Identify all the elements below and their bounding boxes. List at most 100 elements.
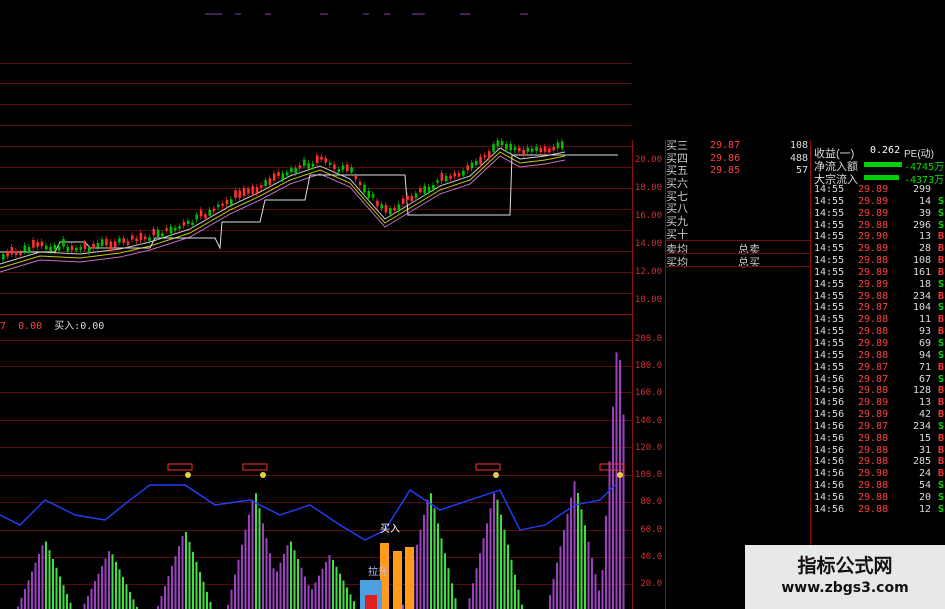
order-row[interactable]: 买三 29.87 108 bbox=[666, 140, 810, 153]
tick-row[interactable]: 14:55 29.89 18 S bbox=[812, 279, 945, 291]
tick-side: B bbox=[937, 255, 944, 267]
tick-row[interactable]: 14:55 29.88 94 S bbox=[812, 350, 945, 362]
tick-time: 14:55 bbox=[814, 231, 845, 243]
candle-body bbox=[315, 155, 319, 163]
tick-time: 14:56 bbox=[814, 373, 845, 385]
tick-row[interactable]: 14:56 29.88 285 B bbox=[812, 456, 945, 468]
candle-body bbox=[522, 149, 525, 155]
tick-side: S bbox=[937, 337, 944, 349]
tick-volume: 18 bbox=[918, 278, 931, 290]
order-row[interactable]: 买四 29.86 488 bbox=[666, 153, 810, 166]
tick-side: B bbox=[937, 385, 944, 397]
candle-body bbox=[135, 238, 138, 242]
tick-row[interactable]: 14:56 29.88 20 S bbox=[812, 492, 945, 504]
buy-avg-label: 买均 bbox=[666, 257, 688, 269]
candle-body bbox=[57, 246, 61, 251]
signal-block bbox=[365, 595, 377, 609]
candle-body bbox=[148, 237, 151, 241]
tick-side: S bbox=[937, 349, 944, 361]
candle-body bbox=[294, 168, 297, 174]
tick-row[interactable]: 14:56 29.90 24 B bbox=[812, 468, 945, 480]
tick-row[interactable]: 14:56 29.88 128 B bbox=[812, 385, 945, 397]
tick-side: S bbox=[937, 480, 944, 492]
candle-body bbox=[311, 163, 315, 167]
order-row[interactable]: 买八 bbox=[666, 203, 810, 216]
tick-time: 14:56 bbox=[814, 432, 845, 444]
tick-time: 14:55 bbox=[814, 243, 845, 255]
indicator-chart[interactable]: 买入拉升 bbox=[0, 325, 632, 609]
tick-time: 14:55 bbox=[814, 326, 845, 338]
tick-price: 29.89 bbox=[858, 337, 889, 349]
tick-row[interactable]: 14:55 29.89 161 B bbox=[812, 267, 945, 279]
candle-body bbox=[384, 205, 388, 213]
tick-price: 29.88 bbox=[858, 255, 889, 267]
tick-row[interactable]: 14:55 29.88 93 B bbox=[812, 326, 945, 338]
tick-side: S bbox=[937, 503, 944, 515]
candle-body bbox=[290, 168, 293, 173]
candle-body bbox=[242, 187, 246, 196]
candle-body bbox=[466, 165, 469, 171]
tick-row[interactable]: 14:56 29.89 13 B bbox=[812, 397, 945, 409]
candle-body bbox=[122, 238, 125, 243]
signal-marker-box bbox=[242, 463, 268, 471]
candle-body bbox=[444, 175, 448, 182]
tick-row[interactable]: 14:55 29.89 69 S bbox=[812, 338, 945, 350]
tick-row[interactable]: 14:56 29.88 54 S bbox=[812, 480, 945, 492]
candle-body bbox=[161, 233, 164, 237]
tick-row[interactable]: 14:56 29.88 15 B bbox=[812, 433, 945, 445]
tick-price: 29.89 bbox=[858, 243, 889, 255]
candle-body bbox=[298, 165, 302, 169]
candle-body bbox=[40, 241, 44, 247]
tick-time: 14:55 bbox=[814, 195, 845, 207]
tick-row[interactable]: 14:56 29.87 234 S bbox=[812, 421, 945, 433]
ticks-divider bbox=[810, 140, 811, 609]
tick-side: S bbox=[937, 195, 944, 207]
order-row[interactable]: 买九 bbox=[666, 216, 810, 229]
order-row[interactable]: 买六 bbox=[666, 178, 810, 191]
tick-time: 14:55 bbox=[814, 207, 845, 219]
tick-volume: 31 bbox=[918, 444, 931, 456]
trade-ticks-list[interactable]: 14:55 29.89 299 14:55 29.89 14 S 14:55 29.89 39 S 1… bbox=[812, 184, 945, 516]
tick-row[interactable]: 14:56 29.87 67 S bbox=[812, 374, 945, 386]
tick-row[interactable]: 14:55 29.87 104 S bbox=[812, 302, 945, 314]
tick-row[interactable]: 14:55 29.89 14 S bbox=[812, 196, 945, 208]
candle-body bbox=[513, 147, 517, 151]
candle-body bbox=[152, 228, 156, 236]
signal-dot bbox=[185, 472, 191, 478]
net-inflow-bar bbox=[864, 162, 902, 167]
tick-row[interactable]: 14:55 29.89 39 S bbox=[812, 208, 945, 220]
candle-body bbox=[470, 162, 474, 169]
tick-row[interactable]: 14:56 29.88 12 S bbox=[812, 504, 945, 516]
tick-row[interactable]: 14:56 29.88 31 B bbox=[812, 445, 945, 457]
candle-body bbox=[423, 185, 426, 194]
candle-body bbox=[518, 147, 521, 152]
tick-row[interactable]: 14:56 29.89 42 B bbox=[812, 409, 945, 421]
candle-body bbox=[410, 195, 414, 202]
tick-row[interactable]: 14:55 29.90 13 B bbox=[812, 231, 945, 243]
tick-row[interactable]: 14:55 29.87 71 B bbox=[812, 362, 945, 374]
tick-row[interactable]: 14:55 29.89 28 B bbox=[812, 243, 945, 255]
candle-body bbox=[19, 252, 22, 256]
candle-body bbox=[131, 235, 134, 240]
tick-row[interactable]: 14:55 29.89 299 bbox=[812, 184, 945, 196]
indicator-tick: 60.0 bbox=[640, 525, 662, 535]
tick-row[interactable]: 14:55 29.88 296 S bbox=[812, 220, 945, 232]
order-row[interactable]: 买七 bbox=[666, 191, 810, 204]
tick-price: 29.88 bbox=[858, 290, 889, 302]
tick-volume: 24 bbox=[918, 468, 931, 480]
candle-body bbox=[195, 214, 199, 220]
tick-row[interactable]: 14:55 29.88 11 B bbox=[812, 314, 945, 326]
tick-side: S bbox=[937, 302, 944, 314]
candle-body bbox=[526, 147, 530, 152]
tick-row[interactable]: 14:55 29.88 108 B bbox=[812, 255, 945, 267]
tick-volume: 11 bbox=[918, 314, 931, 326]
candle-body bbox=[234, 190, 237, 198]
indicator-tick: 200.0 bbox=[634, 334, 662, 344]
tick-price: 29.88 bbox=[858, 432, 889, 444]
candle-body bbox=[543, 146, 547, 152]
tick-time: 14:56 bbox=[814, 397, 845, 409]
order-row[interactable]: 买五 29.85 57 bbox=[666, 165, 810, 178]
tick-row[interactable]: 14:55 29.88 234 B bbox=[812, 291, 945, 303]
candle-body bbox=[208, 209, 211, 216]
candlestick-chart[interactable] bbox=[0, 130, 632, 310]
